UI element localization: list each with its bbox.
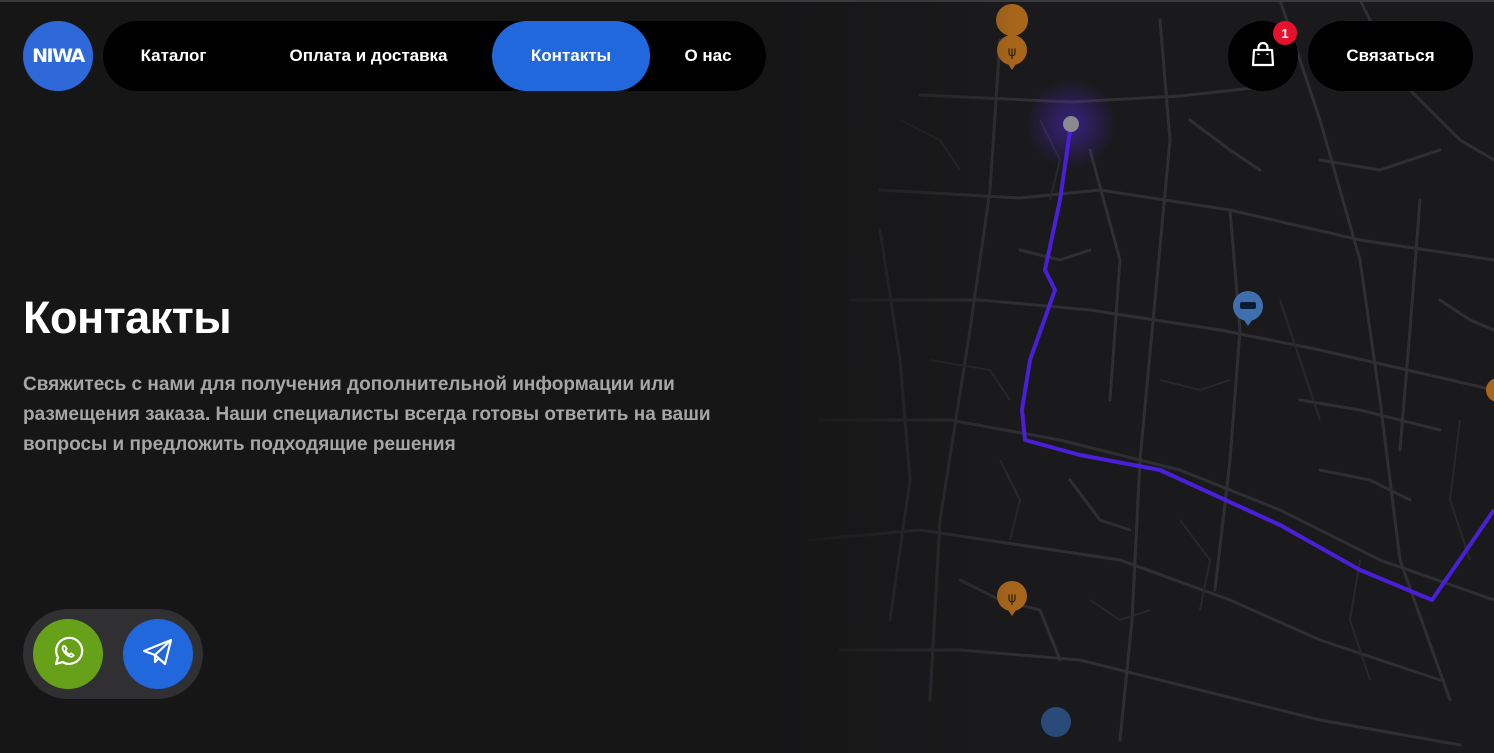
social-buttons	[23, 609, 203, 699]
map-canvas[interactable]: ψ ψ	[760, 0, 1494, 753]
telegram-button[interactable]	[123, 619, 193, 689]
logo[interactable]: NIWA	[23, 21, 93, 91]
nav-item-payment-delivery[interactable]: Оплата и доставка	[265, 21, 472, 91]
top-border	[0, 0, 1494, 2]
map[interactable]: ψ ψ	[760, 0, 1494, 753]
logo-text: NIWA	[32, 45, 85, 67]
nav-item-contacts[interactable]: Контакты	[492, 21, 650, 91]
cart-count-badge: 1	[1273, 21, 1297, 45]
page-description: Свяжитесь с нами для получения дополните…	[23, 374, 711, 455]
whatsapp-icon	[51, 635, 85, 674]
main-nav: Каталог Оплата и доставка Контакты О нас	[103, 21, 766, 91]
shopping-bag-icon	[1249, 40, 1277, 73]
whatsapp-button[interactable]	[33, 619, 103, 689]
nav-item-about[interactable]: О нас	[663, 21, 753, 91]
nav-item-catalog[interactable]: Каталог	[103, 21, 244, 91]
telegram-icon	[140, 634, 176, 675]
page-title: Контакты	[23, 292, 232, 343]
contact-button[interactable]: Связаться	[1308, 21, 1473, 91]
